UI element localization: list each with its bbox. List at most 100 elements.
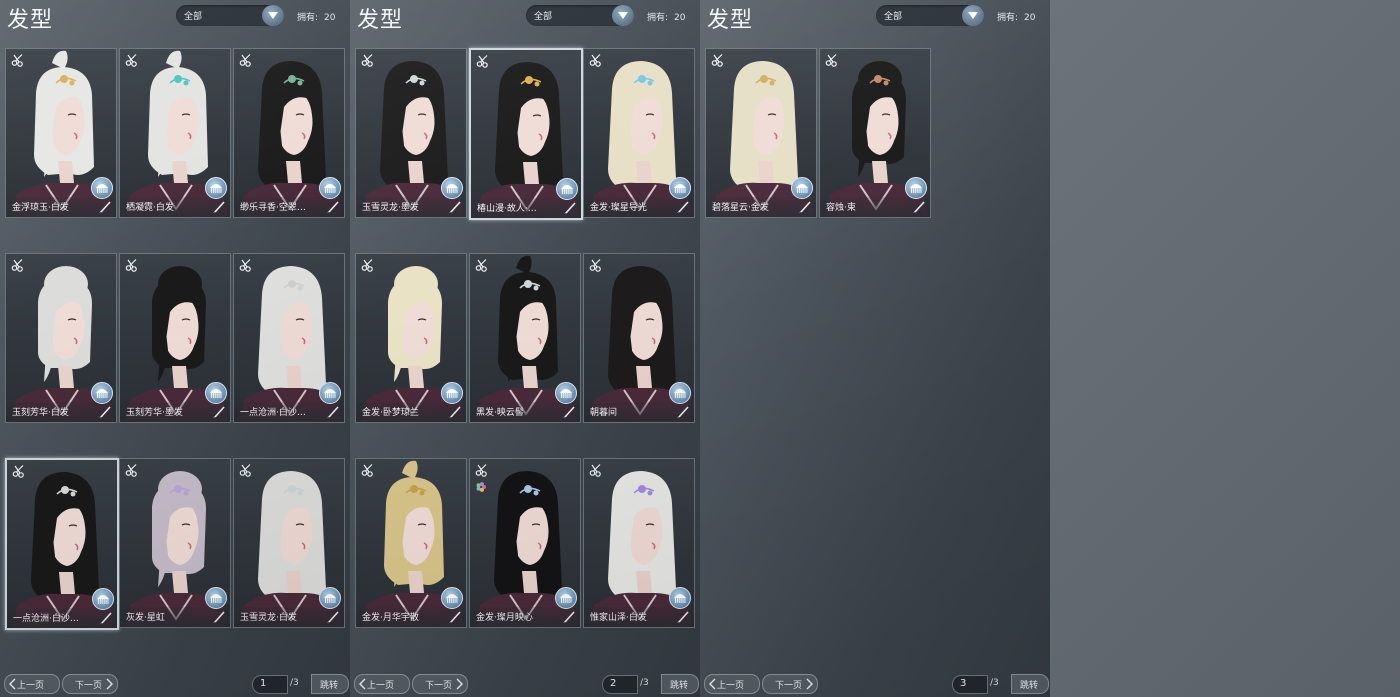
comb-icon <box>441 382 463 404</box>
chevron-down-icon[interactable] <box>962 5 984 26</box>
hairstyle-card[interactable]: 金发·卧梦琼兰 <box>355 253 467 423</box>
flower-icon <box>476 482 486 492</box>
comb-icon <box>669 382 691 404</box>
dye-brush-icon[interactable] <box>212 200 226 214</box>
chevron-down-icon[interactable] <box>612 5 634 26</box>
hairstyle-card[interactable]: 金发·璨星导光 <box>583 48 695 218</box>
hairstyle-card[interactable]: 黑发·映云髻 <box>469 253 581 423</box>
page-number-input[interactable]: 2 <box>602 675 638 694</box>
jump-label: 跳转 <box>1020 681 1039 691</box>
dye-brush-icon[interactable] <box>676 200 690 214</box>
hairstyle-card[interactable]: 玉雪灵龙·墨发 <box>355 48 467 218</box>
filter-dropdown[interactable]: 全部 <box>176 5 284 26</box>
dye-brush-icon[interactable] <box>326 610 340 624</box>
filter-dropdown[interactable]: 全部 <box>876 5 984 26</box>
comb-icon <box>669 177 691 199</box>
dye-brush-icon[interactable] <box>912 200 926 214</box>
hairstyle-card[interactable]: 金浮琼玉·白发 <box>5 48 117 218</box>
dye-brush-icon[interactable] <box>448 405 462 419</box>
dye-brush-icon[interactable] <box>98 405 112 419</box>
hairstyle-name: 缈乐寻香·空翠… <box>240 203 306 213</box>
dye-brush-icon[interactable] <box>563 201 577 215</box>
chevron-left-icon <box>709 678 716 690</box>
hairstyle-card[interactable]: 惟家山泽·白发 <box>583 458 695 628</box>
dye-brush-icon[interactable] <box>212 610 226 624</box>
hairstyle-card[interactable]: 容烛·束 <box>819 48 931 218</box>
page-total: /3 <box>290 678 299 688</box>
comb-icon <box>441 177 463 199</box>
comb-icon <box>669 587 691 609</box>
hairstyle-card[interactable]: 一点沧洲·白沙… <box>5 458 119 630</box>
page-number-input[interactable]: 3 <box>952 675 988 694</box>
comb-icon <box>319 587 341 609</box>
next-page-button[interactable]: 下一页 <box>62 674 118 694</box>
comb-icon <box>205 587 227 609</box>
hairstyle-name: 惟家山泽·白发 <box>590 613 647 623</box>
hairstyle-name: 椿山漫·故人·… <box>477 204 537 214</box>
dye-brush-icon[interactable] <box>326 200 340 214</box>
comb-icon <box>441 587 463 609</box>
scissors-icon <box>12 465 24 478</box>
dye-brush-icon[interactable] <box>448 610 462 624</box>
scissors-icon <box>125 464 137 477</box>
hairstyle-card[interactable]: 朝暮间 <box>583 253 695 423</box>
hairstyle-card[interactable]: 金发·月华宇散 <box>355 458 467 628</box>
scissors-icon <box>361 259 373 272</box>
comb-icon <box>791 177 813 199</box>
hairstyle-name: 朝暮间 <box>590 408 618 418</box>
hairstyle-card[interactable]: 栖凝霓·白发 <box>119 48 231 218</box>
comb-icon <box>319 382 341 404</box>
dye-brush-icon[interactable] <box>676 610 690 624</box>
dye-brush-icon[interactable] <box>212 405 226 419</box>
hairstyle-panel: 发型 全部 拥有: 20 碧落星云·金发 容烛·束 上一页 下一页 3/3 跳转 <box>700 0 1050 697</box>
hairstyle-name: 一点沧洲·白沙… <box>13 614 79 624</box>
page-total: /3 <box>640 678 649 688</box>
dye-brush-icon[interactable] <box>676 405 690 419</box>
scissors-icon <box>475 464 487 477</box>
hairstyle-card[interactable]: 碧落星云·金发 <box>705 48 817 218</box>
next-page-button[interactable]: 下一页 <box>412 674 468 694</box>
hairstyle-card[interactable]: 椿山漫·故人·… <box>469 48 583 220</box>
current-page: 3 <box>960 678 967 689</box>
next-page-button[interactable]: 下一页 <box>762 674 818 694</box>
hairstyle-card[interactable]: 缈乐寻香·空翠… <box>233 48 345 218</box>
page-number-input[interactable]: 1 <box>252 675 288 694</box>
jump-button[interactable]: 跳转 <box>311 674 349 694</box>
hairstyle-card[interactable]: 玉雪灵龙·白发 <box>233 458 345 628</box>
hairstyle-card[interactable]: 金发·璨月映心 <box>469 458 581 628</box>
dye-brush-icon[interactable] <box>448 200 462 214</box>
hairstyle-card[interactable]: 玉刻芳华·白发 <box>5 253 117 423</box>
dye-brush-icon[interactable] <box>798 200 812 214</box>
dye-brush-icon[interactable] <box>562 405 576 419</box>
hairstyle-name: 一点沧洲·白沙… <box>240 408 306 418</box>
prev-page-button[interactable]: 上一页 <box>704 674 760 694</box>
dye-brush-icon[interactable] <box>562 610 576 624</box>
hairstyle-name: 玉雪灵龙·白发 <box>240 613 297 623</box>
dye-brush-icon[interactable] <box>98 200 112 214</box>
prev-page-button[interactable]: 上一页 <box>4 674 60 694</box>
filter-dropdown[interactable]: 全部 <box>526 5 634 26</box>
filter-selected-value: 全部 <box>884 12 903 22</box>
hairstyle-name: 玉刻芳华·白发 <box>12 408 69 418</box>
dye-brush-icon[interactable] <box>99 611 113 625</box>
chevron-left-icon <box>359 678 366 690</box>
hairstyle-card[interactable]: 玉刻芳华·墨发 <box>119 253 231 423</box>
jump-button[interactable]: 跳转 <box>661 674 699 694</box>
comb-icon <box>319 177 341 199</box>
hairstyle-card[interactable]: 灰发·星虹 <box>119 458 231 628</box>
jump-button[interactable]: 跳转 <box>1011 674 1049 694</box>
scissors-icon <box>239 259 251 272</box>
owned-value: 20 <box>1024 13 1036 23</box>
chevron-down-icon[interactable] <box>262 5 284 26</box>
prev-page-button[interactable]: 上一页 <box>354 674 410 694</box>
comb-icon <box>555 587 577 609</box>
prev-page-label: 上一页 <box>717 681 745 691</box>
scissors-icon <box>361 464 373 477</box>
comb-icon <box>92 588 114 610</box>
scissors-icon <box>589 54 601 67</box>
hairstyle-card[interactable]: 一点沧洲·白沙… <box>233 253 345 423</box>
owned-count: 拥有: 20 <box>647 10 686 23</box>
dye-brush-icon[interactable] <box>326 405 340 419</box>
scissors-icon <box>589 464 601 477</box>
owned-count: 拥有: 20 <box>997 10 1036 23</box>
